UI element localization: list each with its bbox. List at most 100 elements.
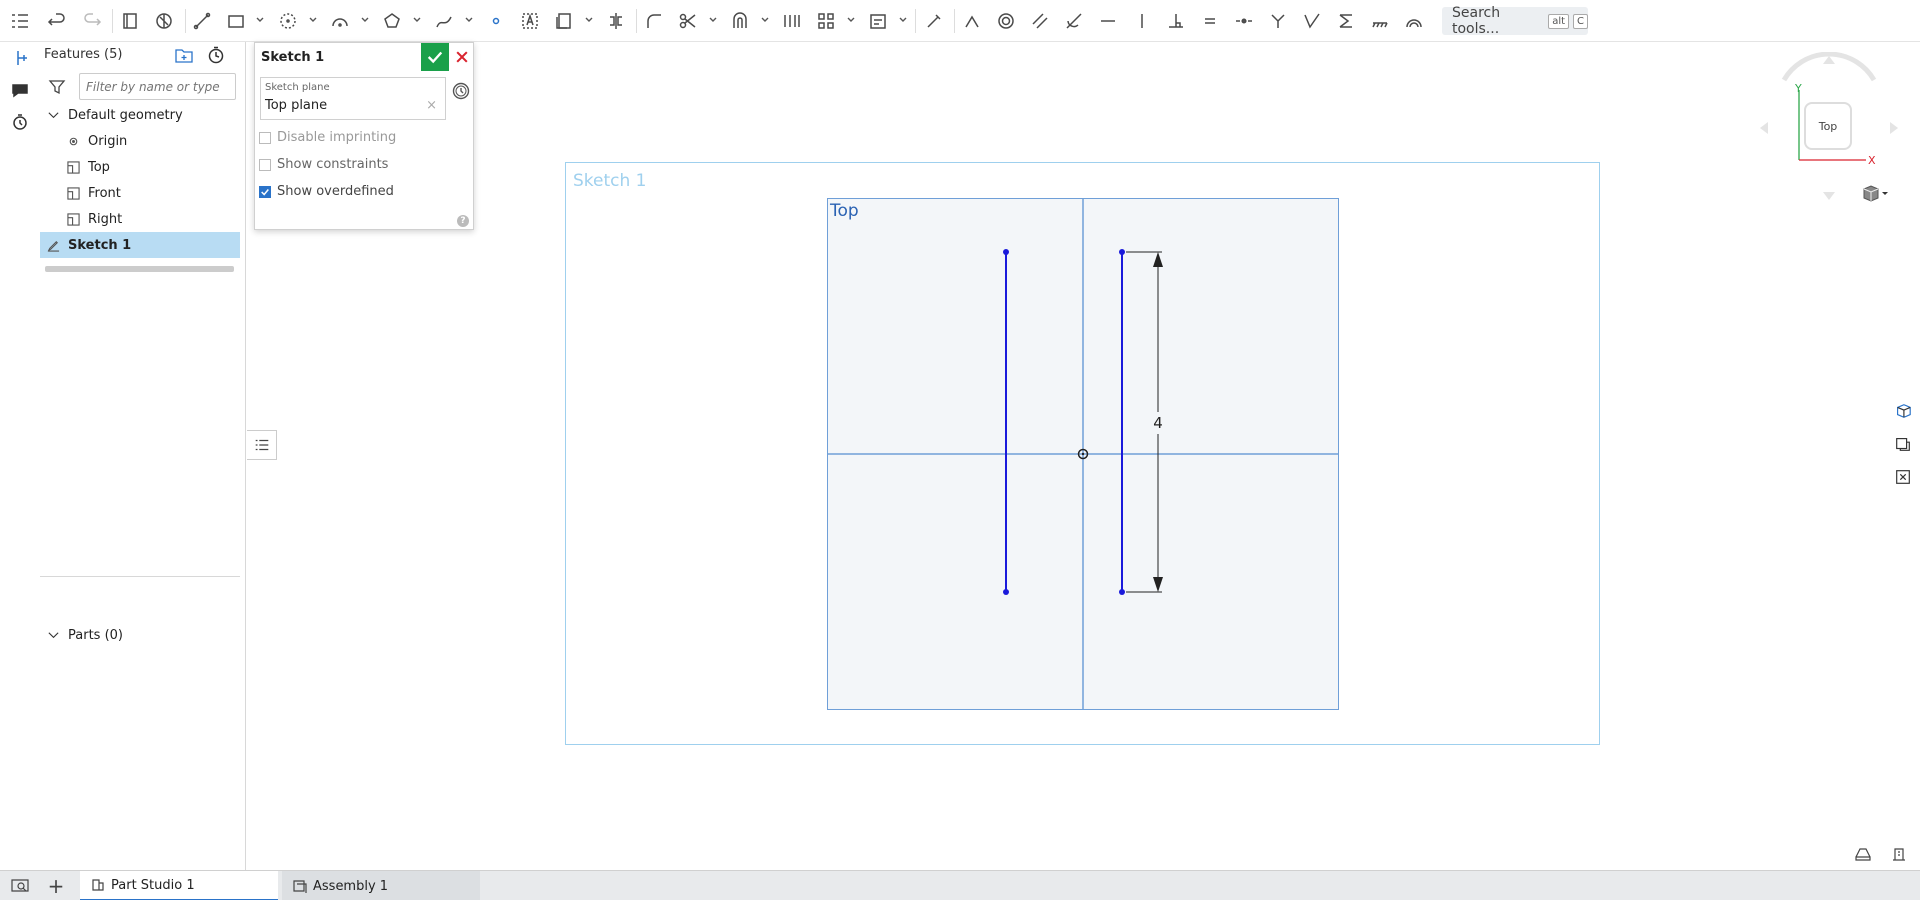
polygon-tool-icon[interactable] (378, 7, 406, 35)
comments-icon[interactable] (8, 78, 32, 102)
tree-row-origin[interactable]: Origin (40, 128, 240, 154)
text-tool-icon[interactable] (516, 7, 544, 35)
construction-tool-icon[interactable] (920, 7, 948, 35)
undo-icon[interactable] (43, 7, 71, 35)
parts-divider[interactable] (40, 576, 240, 577)
search-tools-button[interactable]: Search tools... alt C (1442, 5, 1588, 37)
fillet-tool-icon[interactable] (640, 7, 668, 35)
add-folder-icon[interactable] (174, 46, 194, 64)
tab-label: Part Studio 1 (111, 877, 195, 893)
point-tool-icon[interactable] (482, 7, 510, 35)
use-tool-icon[interactable] (550, 7, 578, 35)
tangent-constraint-icon[interactable] (1060, 7, 1088, 35)
search-tabs-icon[interactable] (10, 877, 30, 895)
mirror-tool-icon[interactable] (602, 7, 630, 35)
trim-dropdown-icon[interactable] (708, 14, 718, 28)
sketch-icon[interactable] (116, 7, 144, 35)
midpoint-constraint-icon[interactable] (1230, 7, 1258, 35)
cancel-button[interactable] (449, 43, 475, 71)
feature-list-icon[interactable] (6, 7, 34, 35)
polygon-dropdown-icon[interactable] (412, 14, 422, 28)
tree-row-default-geometry[interactable]: Default geometry (40, 102, 240, 128)
show-overdefined-checkbox[interactable] (259, 185, 271, 198)
show-constraints-option[interactable]: Show constraints (259, 157, 388, 172)
use-dropdown-icon[interactable] (584, 14, 594, 28)
tree-row-parts[interactable]: Parts (0) (40, 622, 240, 648)
normal-constraint-icon[interactable] (1264, 7, 1292, 35)
show-overdefined-option[interactable]: Show overdefined (259, 184, 394, 199)
measure-tool-icon[interactable] (1854, 846, 1872, 862)
filter-icon[interactable] (48, 78, 66, 96)
disable-imprinting-label: Disable imprinting (277, 130, 397, 145)
extrude-icon[interactable] (150, 7, 178, 35)
chevron-down-icon[interactable] (46, 628, 60, 642)
shortcut-key-alt: alt (1548, 13, 1570, 29)
appearance-panel-icon[interactable] (1890, 398, 1916, 424)
tree-row-sketch-1[interactable]: Sketch 1 (40, 232, 240, 258)
symmetric-constraint-icon[interactable] (1332, 7, 1360, 35)
sketch-frame-title: Sketch 1 (573, 171, 647, 191)
disable-imprinting-checkbox[interactable] (259, 131, 271, 144)
offset-dropdown-icon[interactable] (760, 14, 770, 28)
clear-selection-icon[interactable]: × (426, 98, 437, 113)
panel-toggle-button[interactable] (247, 430, 277, 460)
dxf-dropdown-icon[interactable] (898, 14, 908, 28)
pierce-constraint-icon[interactable] (1298, 7, 1326, 35)
feature-list-scrollbar[interactable] (45, 266, 234, 272)
view-cube-face-top[interactable]: Top (1804, 102, 1852, 150)
top-plane[interactable]: Top (827, 198, 1339, 710)
curvature-constraint-icon[interactable] (1400, 7, 1428, 35)
accept-button[interactable] (421, 43, 449, 71)
tree-row-right[interactable]: Right (40, 206, 240, 232)
spline-dropdown-icon[interactable] (464, 14, 474, 28)
concentric-constraint-icon[interactable] (992, 7, 1020, 35)
perpendicular-constraint-icon[interactable] (1162, 7, 1190, 35)
sketch-plane-value: Top plane (265, 98, 328, 113)
trim-tool-icon[interactable] (674, 7, 702, 35)
fix-constraint-icon[interactable] (1366, 7, 1394, 35)
arc-tool-icon[interactable] (326, 7, 354, 35)
add-tab-button[interactable]: + (46, 876, 66, 896)
sketch-plane-field[interactable]: Sketch plane Top plane × (260, 77, 446, 120)
show-constraints-checkbox[interactable] (259, 158, 271, 171)
feature-filter-input[interactable] (79, 73, 236, 100)
units-icon[interactable] (1890, 846, 1908, 862)
parallel-constraint-icon[interactable] (1026, 7, 1054, 35)
linear-pattern-icon[interactable] (778, 7, 806, 35)
circular-pattern-icon[interactable] (812, 7, 840, 35)
rectangle-tool-icon[interactable] (222, 7, 250, 35)
feature-list-panel: Features (5) Default geometry Origin Top… (40, 42, 246, 870)
vertical-constraint-icon[interactable] (1128, 7, 1156, 35)
history-clock-icon[interactable] (451, 81, 471, 101)
rollback-timer-icon[interactable] (206, 46, 226, 64)
history-timer-icon[interactable] (8, 110, 32, 134)
line-tool-icon[interactable] (188, 7, 216, 35)
variables-panel-icon[interactable] (1890, 464, 1916, 490)
tab-assembly-1[interactable]: Assembly 1 (282, 871, 480, 900)
parts-label: Parts (0) (68, 627, 123, 643)
mates-panel-icon[interactable] (1890, 431, 1916, 457)
horizontal-constraint-icon[interactable] (1094, 7, 1122, 35)
pattern-dropdown-icon[interactable] (846, 14, 856, 28)
help-icon[interactable]: ? (457, 215, 469, 227)
arc-dropdown-icon[interactable] (360, 14, 370, 28)
sketch-plane-label: Sketch plane (265, 82, 330, 93)
app-root: Search tools... alt C Features (5) Defau… (0, 0, 1920, 900)
view-options-cube-icon[interactable] (1860, 184, 1890, 204)
circle-dropdown-icon[interactable] (308, 14, 318, 28)
insert-feature-icon[interactable] (8, 46, 32, 70)
close-icon (456, 51, 468, 63)
coincident-constraint-icon[interactable] (958, 7, 986, 35)
offset-tool-icon[interactable] (726, 7, 754, 35)
tree-row-front[interactable]: Front (40, 180, 240, 206)
rectangle-dropdown-icon[interactable] (255, 14, 265, 28)
disable-imprinting-option[interactable]: Disable imprinting (259, 130, 396, 145)
circle-tool-icon[interactable] (274, 7, 302, 35)
chevron-down-icon[interactable] (46, 108, 60, 122)
dxf-import-icon[interactable] (864, 7, 892, 35)
redo-icon[interactable] (78, 7, 106, 35)
tree-row-top[interactable]: Top (40, 154, 240, 180)
equal-constraint-icon[interactable] (1196, 7, 1224, 35)
spline-tool-icon[interactable] (430, 7, 458, 35)
tab-part-studio-1[interactable]: Part Studio 1 (80, 871, 278, 900)
